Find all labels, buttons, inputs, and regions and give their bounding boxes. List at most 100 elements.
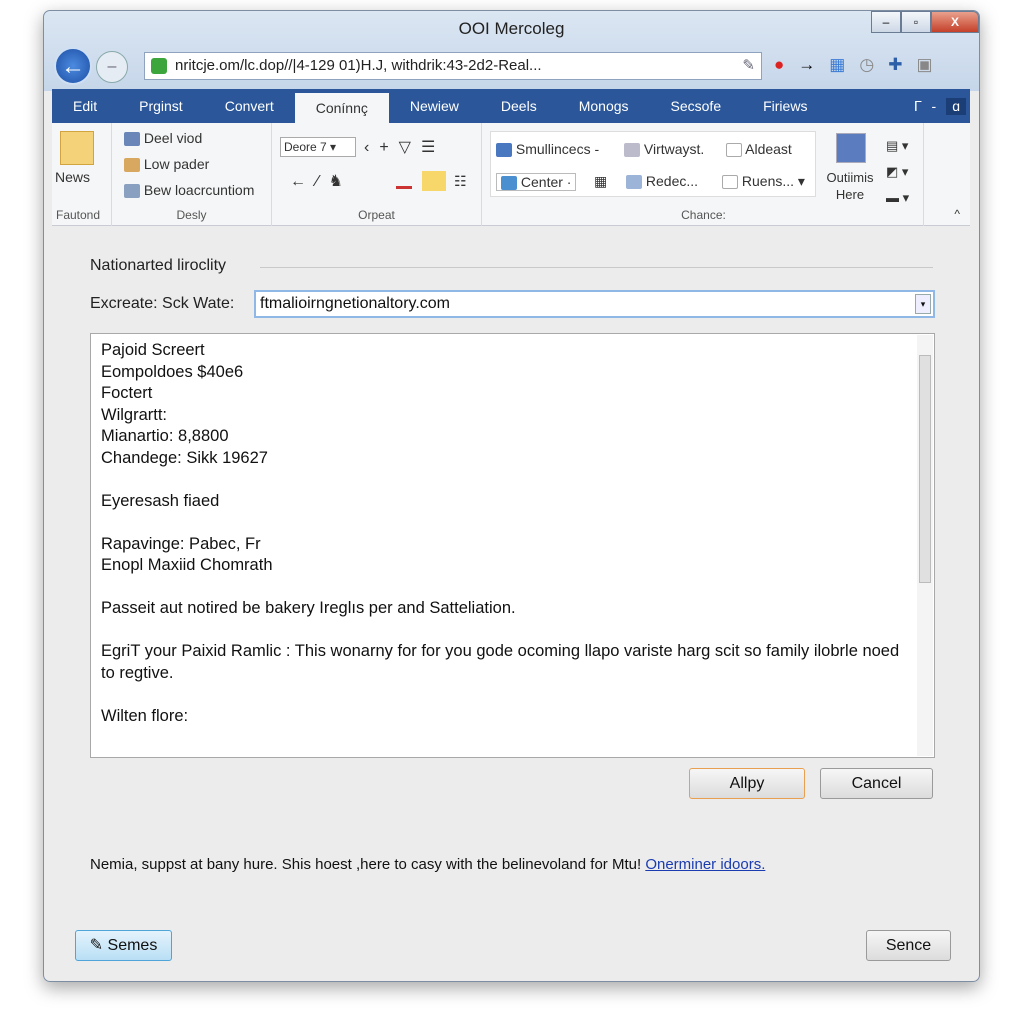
chance-item[interactable]: Smullincecs - [496, 141, 600, 158]
chance-item[interactable]: Redec... [626, 173, 698, 190]
desly-item[interactable]: Bew loacrcuntiom [124, 182, 255, 199]
desly-item[interactable]: Low pader [124, 156, 210, 173]
ribbon: News Fautond Deel viod Low pader Bew loa… [52, 123, 970, 226]
ribbon-minimize-icon[interactable]: - [932, 98, 937, 115]
address-bar[interactable]: nritcje.om/lc.dop//|4-129 01)H.J, withdr… [144, 52, 762, 80]
puzzle-icon[interactable]: ✚ [888, 55, 902, 75]
footer-note: Nemia, suppst at bany hure. Shis hoest ,… [90, 856, 765, 873]
message-textarea[interactable]: Pajoid Screert Eompoldoes $40e6 Foctert Wil… [90, 333, 935, 758]
section-title: Nationarted liroclity [90, 257, 227, 274]
website-input[interactable]: ftmalioirngnetionaltory.com ▾ [254, 290, 935, 318]
panel-icon[interactable]: ▣ [916, 55, 932, 75]
chance-item[interactable]: Virtwayst. [624, 141, 705, 158]
group-chance: Smullincecs - Virtwayst. Aldeast Center … [484, 123, 924, 226]
tab-edit[interactable]: Edit [52, 89, 118, 123]
go-icon[interactable]: → [798, 55, 815, 75]
body-line [101, 512, 904, 534]
close-button[interactable]: X [931, 11, 979, 33]
checkbox-icon [722, 175, 738, 190]
label: Low pader [143, 156, 210, 172]
sence-button[interactable]: Sence [866, 930, 951, 961]
tab-newiew[interactable]: Newiew [389, 89, 480, 123]
minimize-button[interactable]: – [871, 11, 901, 33]
tab-convert[interactable]: Convert [204, 89, 295, 123]
window-controls: – ▫ X [871, 11, 979, 33]
edit-icon[interactable]: ✎ [742, 53, 755, 79]
back-button[interactable]: ← [54, 47, 92, 85]
body-line: Wilten flore: [101, 706, 189, 725]
news-button[interactable]: News [55, 169, 90, 185]
chart-icon [496, 143, 512, 158]
label: Smullincecs - [515, 141, 600, 157]
tab-firiews[interactable]: Firiews [742, 89, 828, 123]
lock-icon [151, 58, 167, 74]
address-text: nritcje.om/lc.dop//|4-129 01)H.J, withdr… [175, 57, 542, 74]
body-line: Pajoid Screert [101, 341, 205, 359]
list-icon[interactable]: ☷ [454, 173, 467, 190]
chance-item[interactable]: Ruens... ▾ [722, 173, 805, 190]
small-icons[interactable]: ▤ ▾ ◩ ▾ ▬ ▾ [886, 133, 909, 211]
maximize-button[interactable]: ▫ [901, 11, 931, 33]
clipboard-icon [60, 131, 94, 165]
scrollbar[interactable] [917, 335, 933, 756]
body-line: Eyeresash fiaed [101, 491, 220, 510]
optimize-button[interactable]: Outiimis Here [822, 169, 878, 203]
field-label: Excreate: Sck Wate: [90, 295, 235, 312]
tab-monogs[interactable]: Monogs [558, 89, 650, 123]
desly-item[interactable]: Deel viod [124, 130, 203, 147]
body-line: Enopl Maxiid Chomrath [101, 556, 273, 574]
group-fautond: News Fautond [52, 123, 112, 226]
highlight-icon[interactable] [422, 171, 446, 191]
chance-item[interactable]: Aldeast [726, 141, 792, 158]
label: Ruens... [741, 173, 795, 189]
divider [260, 267, 933, 268]
group-label: Fautond [56, 208, 101, 222]
dropdown-icon[interactable]: ▾ [915, 294, 931, 314]
help-icon[interactable]: ɑ [946, 97, 966, 115]
body-line [101, 684, 904, 706]
edit-tools[interactable]: ←∕♞ [290, 171, 353, 191]
monitor-icon [124, 132, 140, 147]
optimize-icon[interactable] [836, 133, 866, 163]
body-line [101, 469, 904, 491]
font-select[interactable]: Deore 7 ▾ [280, 137, 356, 157]
ribbon-option-icon[interactable]: ᒥ [914, 98, 922, 115]
apply-button[interactable]: Allpy [689, 768, 805, 799]
body-line: Eompoldoes $40e6 [101, 362, 244, 381]
label: Virtwayst. [643, 141, 705, 157]
table-icon[interactable]: ▦ [594, 173, 607, 190]
center-dropdown[interactable]: Center · [496, 173, 577, 192]
font-color-icon[interactable] [396, 173, 412, 189]
body-line [101, 577, 904, 599]
pencil-icon: ✎ [89, 937, 104, 954]
forward-button[interactable]: – [96, 51, 128, 83]
label: Deel viod [143, 130, 203, 146]
collapse-ribbon-icon[interactable]: ^ [954, 207, 960, 221]
label: Bew loacrcuntiom [143, 182, 255, 198]
cancel-button[interactable]: Cancel [820, 768, 933, 799]
group-label: Orpeat [358, 208, 395, 222]
grid-icon[interactable]: ▦ [829, 55, 845, 75]
dialog-content: Nationarted liroclity Excreate: Sck Wate… [52, 227, 970, 975]
body-line: EgriT your Paixid Ramlic : This wonarny … [101, 642, 904, 682]
body-line [101, 620, 904, 642]
note-link[interactable]: Onerminer idoors. [645, 856, 765, 873]
font-select-value: Deore 7 [284, 140, 327, 154]
printer-icon [124, 158, 140, 173]
stop-icon[interactable]: ● [774, 55, 784, 75]
input-value: ftmalioirngnetionaltory.com [260, 295, 451, 312]
page-icon [624, 143, 640, 158]
format-tools[interactable]: ‹+▽☰ [364, 137, 445, 157]
note-text: Nemia, suppst at bany hure. Shis hoest ,… [90, 856, 642, 873]
scrollbar-thumb[interactable] [919, 355, 931, 583]
body-line: Chandege: Sikk 19627 [101, 448, 268, 467]
clock-icon[interactable]: ◷ [859, 55, 874, 75]
semes-button[interactable]: ✎ Semes [75, 930, 172, 961]
tab-secsofe[interactable]: Secsofe [650, 89, 743, 123]
tab-deels[interactable]: Deels [480, 89, 558, 123]
tab-prginst[interactable]: Prginst [118, 89, 204, 123]
box-icon [726, 143, 742, 158]
body-line: Mianartio: 8,8800 [101, 427, 229, 445]
browser-toolbar: ● → ▦ ◷ ✚ ▣ [774, 55, 933, 75]
tab-active[interactable]: Conínnç [294, 93, 389, 123]
